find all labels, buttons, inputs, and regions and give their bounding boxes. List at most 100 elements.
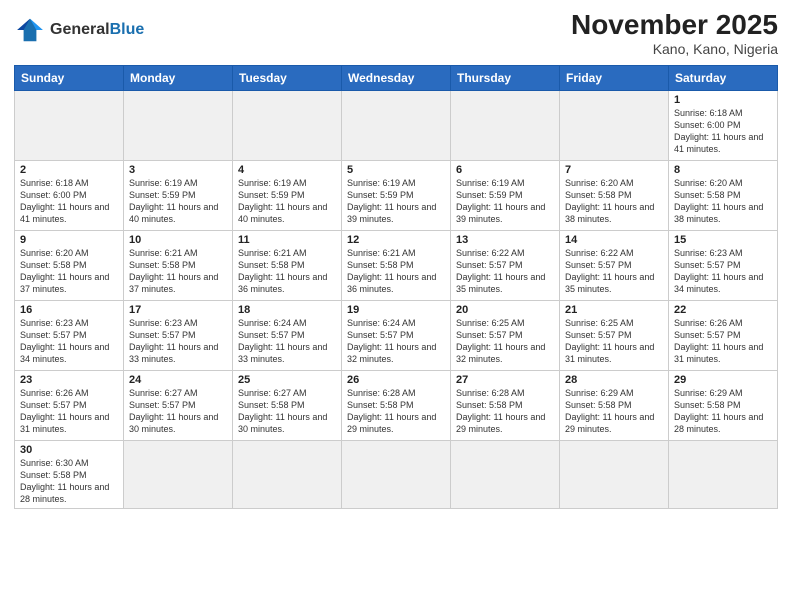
table-row: 6Sunrise: 6:19 AM Sunset: 5:59 PM Daylig… (451, 160, 560, 230)
table-row (451, 440, 560, 509)
table-row: 26Sunrise: 6:28 AM Sunset: 5:58 PM Dayli… (342, 370, 451, 440)
day-info: Sunrise: 6:25 AM Sunset: 5:57 PM Dayligh… (565, 317, 663, 366)
day-number: 15 (674, 234, 772, 246)
table-row (233, 440, 342, 509)
title-block: November 2025 Kano, Kano, Nigeria (571, 10, 778, 57)
page-subtitle: Kano, Kano, Nigeria (571, 41, 778, 57)
table-row (560, 440, 669, 509)
table-row: 7Sunrise: 6:20 AM Sunset: 5:58 PM Daylig… (560, 160, 669, 230)
table-row: 12Sunrise: 6:21 AM Sunset: 5:58 PM Dayli… (342, 230, 451, 300)
day-number: 24 (129, 374, 227, 386)
day-info: Sunrise: 6:29 AM Sunset: 5:58 PM Dayligh… (565, 387, 663, 436)
day-number: 30 (20, 444, 118, 456)
day-number: 16 (20, 304, 118, 316)
page: GeneralBlue November 2025 Kano, Kano, Ni… (0, 0, 792, 612)
day-info: Sunrise: 6:26 AM Sunset: 5:57 PM Dayligh… (20, 387, 118, 436)
day-number: 17 (129, 304, 227, 316)
day-info: Sunrise: 6:28 AM Sunset: 5:58 PM Dayligh… (456, 387, 554, 436)
day-number: 19 (347, 304, 445, 316)
table-row: 9Sunrise: 6:20 AM Sunset: 5:58 PM Daylig… (15, 230, 124, 300)
col-wednesday: Wednesday (342, 65, 451, 90)
table-row: 30Sunrise: 6:30 AM Sunset: 5:58 PM Dayli… (15, 440, 124, 509)
day-info: Sunrise: 6:20 AM Sunset: 5:58 PM Dayligh… (565, 177, 663, 226)
col-thursday: Thursday (451, 65, 560, 90)
day-info: Sunrise: 6:20 AM Sunset: 5:58 PM Dayligh… (674, 177, 772, 226)
table-row (560, 90, 669, 160)
table-row: 8Sunrise: 6:20 AM Sunset: 5:58 PM Daylig… (669, 160, 778, 230)
logo-icon (14, 14, 46, 46)
table-row: 20Sunrise: 6:25 AM Sunset: 5:57 PM Dayli… (451, 300, 560, 370)
table-row (669, 440, 778, 509)
table-row: 17Sunrise: 6:23 AM Sunset: 5:57 PM Dayli… (124, 300, 233, 370)
table-row: 24Sunrise: 6:27 AM Sunset: 5:57 PM Dayli… (124, 370, 233, 440)
col-friday: Friday (560, 65, 669, 90)
day-number: 1 (674, 94, 772, 106)
day-number: 21 (565, 304, 663, 316)
day-info: Sunrise: 6:23 AM Sunset: 5:57 PM Dayligh… (129, 317, 227, 366)
day-number: 6 (456, 164, 554, 176)
table-row: 4Sunrise: 6:19 AM Sunset: 5:59 PM Daylig… (233, 160, 342, 230)
day-info: Sunrise: 6:19 AM Sunset: 5:59 PM Dayligh… (347, 177, 445, 226)
day-number: 23 (20, 374, 118, 386)
day-number: 12 (347, 234, 445, 246)
table-row: 15Sunrise: 6:23 AM Sunset: 5:57 PM Dayli… (669, 230, 778, 300)
table-row: 3Sunrise: 6:19 AM Sunset: 5:59 PM Daylig… (124, 160, 233, 230)
day-info: Sunrise: 6:21 AM Sunset: 5:58 PM Dayligh… (238, 247, 336, 296)
table-row: 21Sunrise: 6:25 AM Sunset: 5:57 PM Dayli… (560, 300, 669, 370)
col-monday: Monday (124, 65, 233, 90)
day-info: Sunrise: 6:26 AM Sunset: 5:57 PM Dayligh… (674, 317, 772, 366)
logo-text: GeneralBlue (50, 21, 144, 39)
table-row (342, 440, 451, 509)
logo: GeneralBlue (14, 14, 144, 46)
day-number: 18 (238, 304, 336, 316)
table-row: 22Sunrise: 6:26 AM Sunset: 5:57 PM Dayli… (669, 300, 778, 370)
table-row: 13Sunrise: 6:22 AM Sunset: 5:57 PM Dayli… (451, 230, 560, 300)
table-row: 16Sunrise: 6:23 AM Sunset: 5:57 PM Dayli… (15, 300, 124, 370)
table-row (124, 90, 233, 160)
day-info: Sunrise: 6:29 AM Sunset: 5:58 PM Dayligh… (674, 387, 772, 436)
day-info: Sunrise: 6:18 AM Sunset: 6:00 PM Dayligh… (20, 177, 118, 226)
day-info: Sunrise: 6:20 AM Sunset: 5:58 PM Dayligh… (20, 247, 118, 296)
col-saturday: Saturday (669, 65, 778, 90)
logo-general: GeneralBlue (50, 21, 144, 39)
table-row: 5Sunrise: 6:19 AM Sunset: 5:59 PM Daylig… (342, 160, 451, 230)
day-number: 5 (347, 164, 445, 176)
table-row (342, 90, 451, 160)
day-info: Sunrise: 6:18 AM Sunset: 6:00 PM Dayligh… (674, 107, 772, 156)
page-title: November 2025 (571, 10, 778, 41)
day-number: 2 (20, 164, 118, 176)
table-row: 25Sunrise: 6:27 AM Sunset: 5:58 PM Dayli… (233, 370, 342, 440)
day-number: 20 (456, 304, 554, 316)
day-number: 10 (129, 234, 227, 246)
day-info: Sunrise: 6:22 AM Sunset: 5:57 PM Dayligh… (456, 247, 554, 296)
table-row: 11Sunrise: 6:21 AM Sunset: 5:58 PM Dayli… (233, 230, 342, 300)
day-info: Sunrise: 6:21 AM Sunset: 5:58 PM Dayligh… (129, 247, 227, 296)
calendar-header-row: Sunday Monday Tuesday Wednesday Thursday… (15, 65, 778, 90)
day-number: 28 (565, 374, 663, 386)
col-tuesday: Tuesday (233, 65, 342, 90)
day-number: 11 (238, 234, 336, 246)
day-number: 4 (238, 164, 336, 176)
table-row: 10Sunrise: 6:21 AM Sunset: 5:58 PM Dayli… (124, 230, 233, 300)
day-info: Sunrise: 6:28 AM Sunset: 5:58 PM Dayligh… (347, 387, 445, 436)
day-info: Sunrise: 6:19 AM Sunset: 5:59 PM Dayligh… (238, 177, 336, 226)
day-number: 27 (456, 374, 554, 386)
day-info: Sunrise: 6:21 AM Sunset: 5:58 PM Dayligh… (347, 247, 445, 296)
day-number: 25 (238, 374, 336, 386)
day-number: 8 (674, 164, 772, 176)
day-number: 9 (20, 234, 118, 246)
day-info: Sunrise: 6:27 AM Sunset: 5:58 PM Dayligh… (238, 387, 336, 436)
day-number: 14 (565, 234, 663, 246)
day-info: Sunrise: 6:22 AM Sunset: 5:57 PM Dayligh… (565, 247, 663, 296)
day-number: 29 (674, 374, 772, 386)
table-row: 1Sunrise: 6:18 AM Sunset: 6:00 PM Daylig… (669, 90, 778, 160)
table-row: 2Sunrise: 6:18 AM Sunset: 6:00 PM Daylig… (15, 160, 124, 230)
table-row: 27Sunrise: 6:28 AM Sunset: 5:58 PM Dayli… (451, 370, 560, 440)
day-info: Sunrise: 6:27 AM Sunset: 5:57 PM Dayligh… (129, 387, 227, 436)
day-info: Sunrise: 6:30 AM Sunset: 5:58 PM Dayligh… (20, 457, 118, 506)
calendar-table: Sunday Monday Tuesday Wednesday Thursday… (14, 65, 778, 510)
day-info: Sunrise: 6:24 AM Sunset: 5:57 PM Dayligh… (238, 317, 336, 366)
day-info: Sunrise: 6:19 AM Sunset: 5:59 PM Dayligh… (456, 177, 554, 226)
table-row (15, 90, 124, 160)
day-info: Sunrise: 6:23 AM Sunset: 5:57 PM Dayligh… (20, 317, 118, 366)
